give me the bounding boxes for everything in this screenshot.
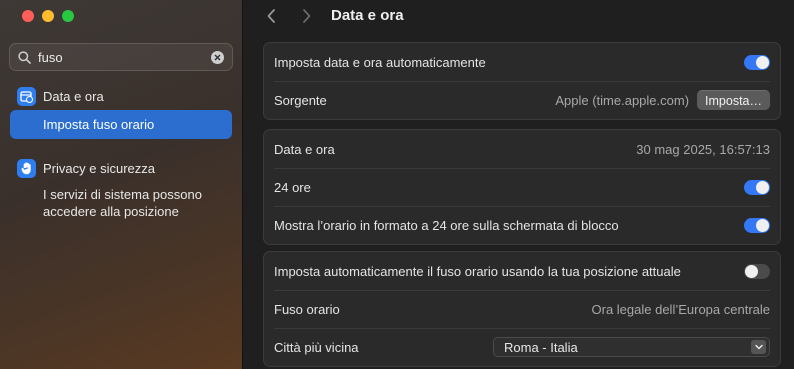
search-icon — [18, 50, 31, 64]
lockscreen-24h-label: Mostra l’orario in formato a 24 ore sull… — [274, 217, 619, 233]
closest-city-row: Città più vicina Roma - Italia — [264, 328, 780, 366]
sidebar: fuso Data e ora Imposta fuso orario Priv… — [0, 0, 243, 369]
page-title: Data e ora — [331, 7, 404, 24]
auto-timezone-toggle[interactable] — [744, 263, 770, 279]
lockscreen-24h-toggle[interactable] — [744, 217, 770, 233]
source-row: Sorgente Apple (time.apple.com) Imposta… — [264, 81, 780, 119]
h24-toggle[interactable] — [744, 179, 770, 195]
back-button[interactable] — [263, 7, 279, 25]
sidebar-item-location-services[interactable]: I servizi di sistema possono accedere al… — [10, 180, 232, 220]
sidebar-item-set-timezone[interactable]: Imposta fuso orario — [10, 110, 232, 139]
auto-time-card: Imposta data e ora automaticamente Sorge… — [263, 42, 781, 120]
sidebar-group-date-time: Data e ora Imposta fuso orario — [0, 86, 243, 139]
sidebar-group-label: Privacy e sicurezza — [43, 160, 155, 176]
toolbar: Data e ora — [244, 0, 794, 32]
h24-row: 24 ore — [264, 168, 780, 206]
auto-timezone-label: Imposta automaticamente il fuso orario u… — [274, 263, 681, 279]
datetime-row: Data e ora 30 mag 2025, 16:57:13 — [264, 130, 780, 168]
hand-icon — [17, 158, 36, 178]
auto-time-label: Imposta data e ora automaticamente — [274, 54, 486, 70]
close-icon — [214, 54, 221, 60]
timezone-card: Imposta automaticamente il fuso orario u… — [263, 251, 781, 367]
chevron-down-icon — [751, 340, 766, 354]
calendar-clock-icon — [17, 86, 36, 106]
lockscreen-24h-row: Mostra l’orario in formato a 24 ore sull… — [264, 206, 780, 244]
auto-timezone-row: Imposta automaticamente il fuso orario u… — [264, 252, 780, 290]
clear-search-button[interactable] — [211, 50, 224, 64]
sidebar-item-date-time[interactable]: Data e ora — [0, 86, 243, 106]
chevron-right-icon — [302, 9, 310, 23]
datetime-label: Data e ora — [274, 141, 335, 157]
search-input[interactable]: fuso — [38, 50, 211, 65]
set-source-button[interactable]: Imposta… — [697, 90, 770, 110]
search-field[interactable]: fuso — [9, 43, 233, 71]
zoom-window-button[interactable] — [62, 10, 74, 22]
source-label: Sorgente — [274, 92, 327, 108]
h24-label: 24 ore — [274, 179, 311, 195]
sidebar-group-label: Data e ora — [43, 88, 104, 104]
close-window-button[interactable] — [22, 10, 34, 22]
closest-city-label: Città più vicina — [274, 339, 359, 355]
minimize-window-button[interactable] — [42, 10, 54, 22]
auto-time-toggle[interactable] — [744, 54, 770, 70]
datetime-value[interactable]: 30 mag 2025, 16:57:13 — [636, 142, 770, 157]
sidebar-group-privacy: Privacy e sicurezza I servizi di sistema… — [0, 158, 243, 220]
timezone-label: Fuso orario — [274, 301, 340, 317]
forward-button[interactable] — [298, 7, 314, 25]
source-value: Apple (time.apple.com) — [555, 92, 690, 108]
closest-city-value: Roma - Italia — [504, 339, 578, 355]
auto-time-row: Imposta data e ora automaticamente — [264, 43, 780, 81]
timezone-value: Ora legale dell’Europa centrale — [591, 301, 771, 317]
timezone-row: Fuso orario Ora legale dell’Europa centr… — [264, 290, 780, 328]
closest-city-select[interactable]: Roma - Italia — [493, 337, 770, 357]
window-controls — [22, 10, 74, 22]
chevron-left-icon — [267, 9, 275, 23]
sidebar-item-privacy-security[interactable]: Privacy e sicurezza — [0, 158, 243, 178]
main-content: Data e ora Imposta data e ora automatica… — [244, 0, 794, 369]
clock-card: Data e ora 30 mag 2025, 16:57:13 24 ore … — [263, 129, 781, 245]
